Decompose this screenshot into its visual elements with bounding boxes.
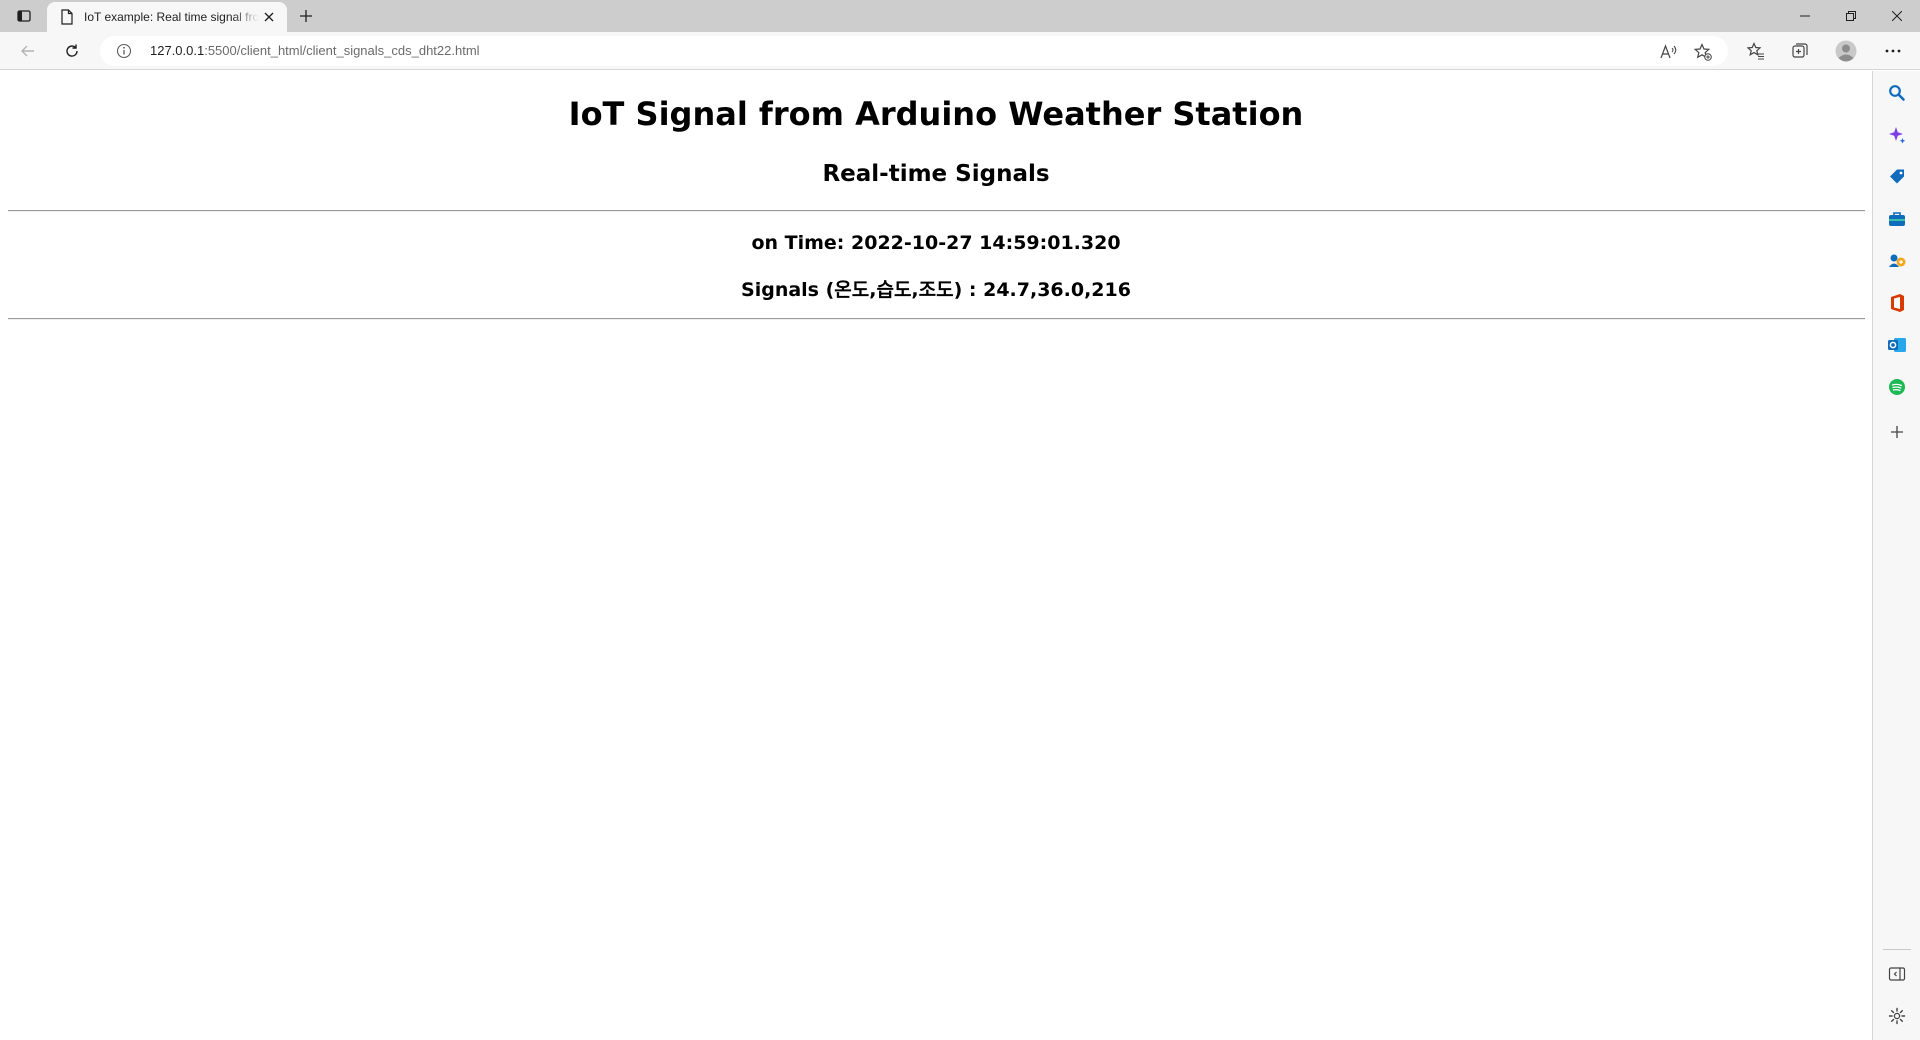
tab-actions-icon [17, 10, 31, 22]
shopping-tag-icon [1890, 169, 1904, 184]
sidebar-outlook-button[interactable] [1885, 333, 1909, 357]
star-add-icon [1694, 43, 1712, 61]
new-tab-button[interactable] [292, 4, 320, 28]
hide-sidebar-button[interactable] [1885, 962, 1909, 986]
close-icon [1892, 11, 1902, 21]
tab-title: IoT example: Real time signal from Ardui… [84, 10, 259, 24]
add-icon [1891, 426, 1903, 438]
favorites-button[interactable] [1742, 37, 1770, 65]
divider-top [8, 210, 1865, 212]
active-tab[interactable]: IoT example: Real time signal from Ardui… [47, 2, 287, 32]
divider-bottom [8, 318, 1865, 320]
collections-icon [1792, 43, 1808, 58]
browser-toolbar: 127.0.0.1:5500/client_html/client_signal… [0, 32, 1920, 70]
sidebar-tools-button[interactable] [1885, 207, 1909, 231]
sidebar-add-button[interactable] [1885, 420, 1909, 444]
sidebar-separator [1883, 949, 1911, 950]
sidebar-shopping-button[interactable] [1885, 165, 1909, 189]
close-window-button[interactable] [1874, 0, 1920, 32]
url-host: 127.0.0.1 [150, 43, 205, 58]
sidebar-copilot-button[interactable] [1885, 123, 1909, 147]
outlook-icon [1888, 338, 1906, 352]
hide-sidebar-icon [1888, 967, 1906, 981]
sidebar-office-button[interactable] [1885, 291, 1909, 315]
plus-icon [300, 10, 312, 22]
page-icon [59, 9, 75, 25]
back-arrow-icon [21, 45, 34, 57]
avatar [1835, 40, 1857, 62]
settings-icon [1888, 1007, 1906, 1025]
office-icon [1891, 294, 1904, 312]
url-path: :5500/client_html/client_signals_cds_dht… [204, 43, 480, 58]
page-subtitle: Real-time Signals [822, 161, 1050, 187]
minimize-icon [1800, 15, 1810, 17]
refresh-button[interactable] [58, 37, 86, 65]
minimize-button[interactable] [1782, 0, 1828, 32]
sidebar-spotify-button[interactable] [1885, 375, 1909, 399]
restore-icon [1846, 11, 1856, 21]
settings-more-button[interactable] [1879, 37, 1907, 65]
back-button[interactable] [14, 37, 42, 65]
copilot-icon [1889, 127, 1906, 144]
games-icon [1889, 254, 1906, 267]
page-title: IoT Signal from Arduino Weather Station [568, 95, 1304, 133]
spotify-icon [1889, 379, 1905, 395]
tab-strip: IoT example: Real time signal from Ardui… [0, 0, 1920, 32]
add-favorite-button[interactable] [1692, 41, 1714, 63]
restore-button[interactable] [1828, 0, 1874, 32]
web-page: IoT Signal from Arduino Weather Station … [0, 71, 1872, 1040]
favorites-icon [1747, 42, 1764, 60]
refresh-icon [66, 44, 78, 57]
edge-sidebar [1872, 71, 1920, 1040]
tools-icon [1889, 212, 1905, 226]
time-readout: on Time: 2022-10-27 14:59:01.320 [751, 232, 1121, 254]
tab-actions-button[interactable] [8, 4, 40, 28]
url-text[interactable]: 127.0.0.1:5500/client_html/client_signal… [150, 36, 480, 66]
site-info-icon[interactable] [116, 43, 132, 59]
read-aloud-button[interactable] [1658, 41, 1680, 63]
close-tab-icon[interactable] [259, 7, 279, 27]
sidebar-games-button[interactable] [1885, 249, 1909, 273]
profile-button[interactable] [1832, 37, 1860, 65]
signals-readout: Signals (온도,습도,조도) : 24.7,36.0,216 [741, 279, 1131, 301]
sidebar-settings-button[interactable] [1885, 1004, 1909, 1028]
more-icon [1885, 49, 1901, 53]
search-icon [1889, 85, 1905, 101]
sidebar-search-button[interactable] [1885, 81, 1909, 105]
address-bar[interactable]: 127.0.0.1:5500/client_html/client_signal… [100, 36, 1728, 66]
collections-button[interactable] [1786, 37, 1814, 65]
read-aloud-icon [1660, 44, 1677, 59]
